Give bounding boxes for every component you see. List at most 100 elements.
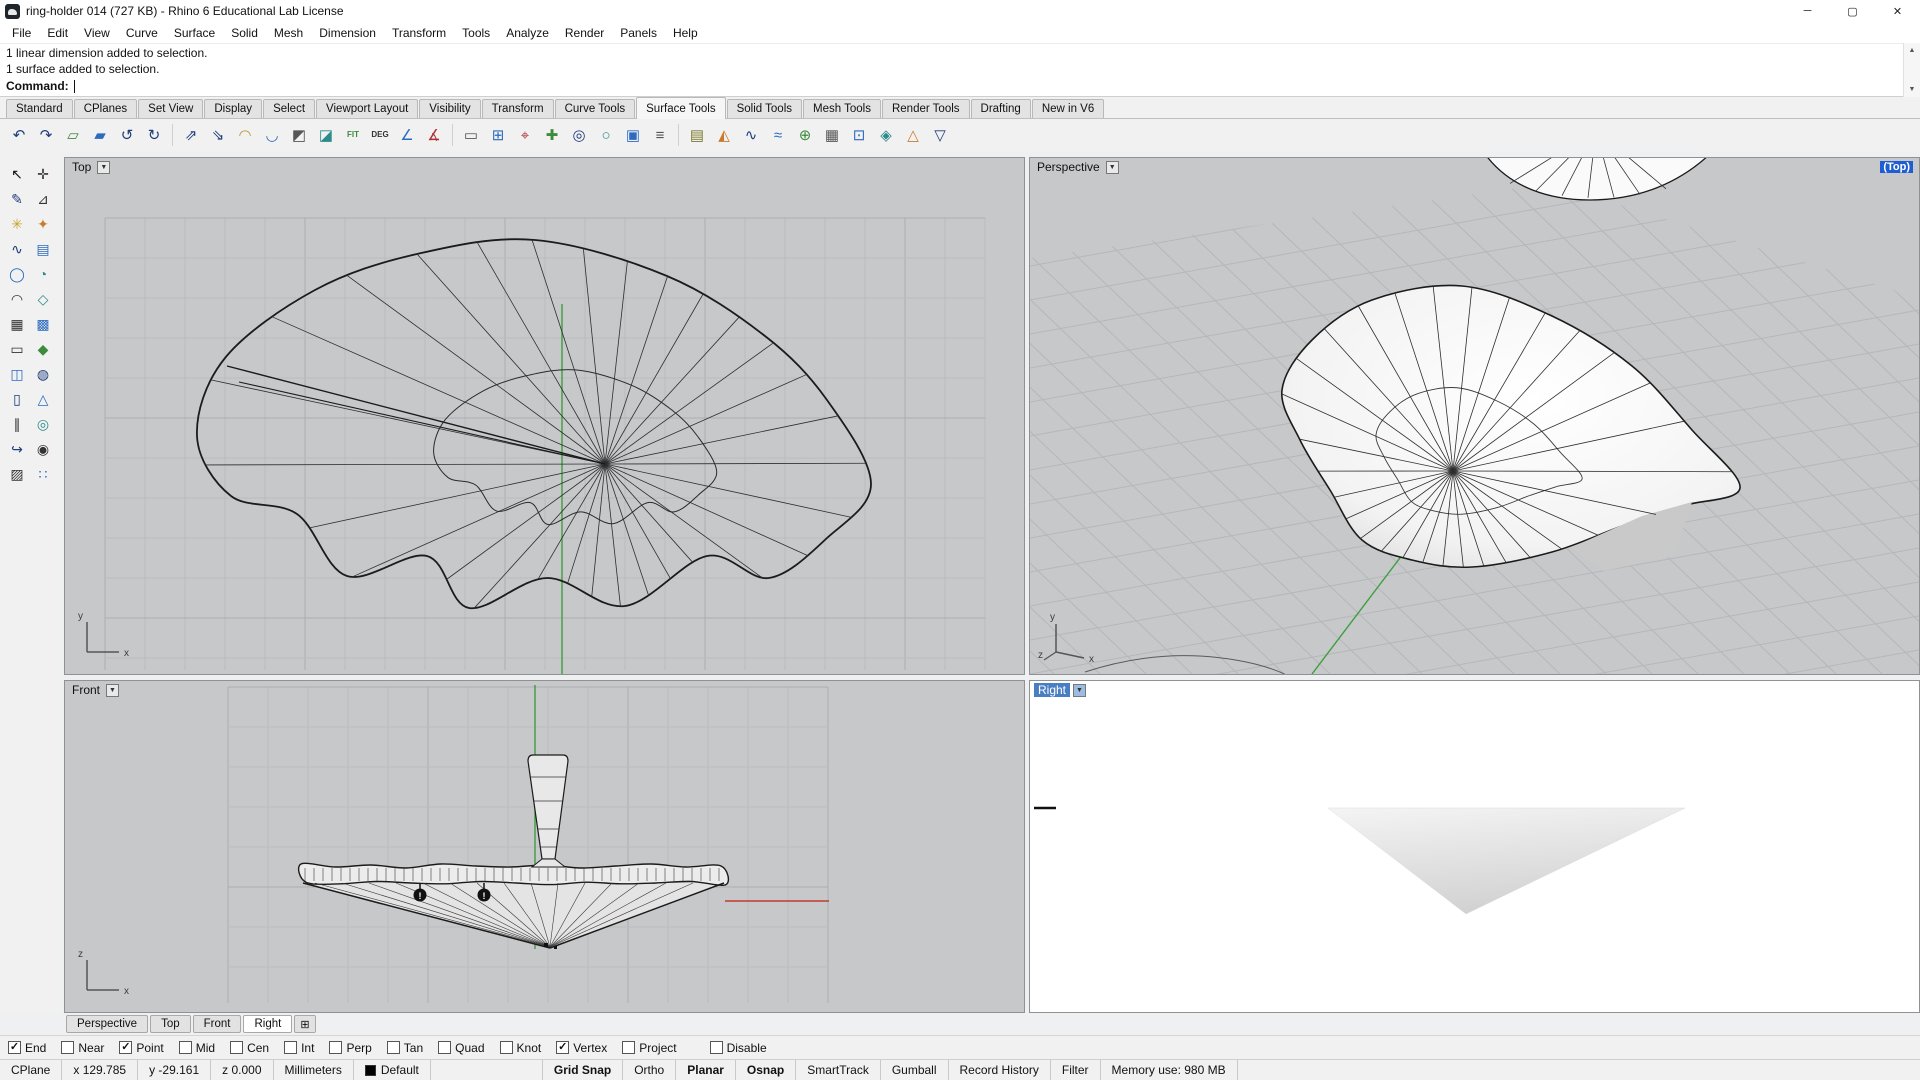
osnap-toggle[interactable]: Tan (386, 1041, 423, 1055)
status-item[interactable]: Ortho (623, 1060, 677, 1080)
toolbar-tab[interactable]: Solid Tools (726, 99, 802, 118)
sidebar-tool-icon[interactable]: ▨ (4, 461, 30, 486)
toolbar-icon[interactable]: ↶ (6, 122, 32, 148)
close-button[interactable]: ✕ (1875, 0, 1920, 22)
sidebar-tool-icon[interactable]: ✛ (30, 161, 56, 186)
toolbar-icon[interactable]: FIT (340, 122, 366, 148)
osnap-toggle[interactable]: Project (622, 1041, 677, 1055)
checkbox[interactable] (230, 1041, 244, 1054)
sidebar-tool-icon[interactable]: ✎ (4, 186, 30, 211)
menu-item[interactable]: Render (557, 24, 612, 42)
menu-item[interactable]: Panels (612, 24, 665, 42)
toolbar-icon[interactable]: ◈ (873, 122, 899, 148)
osnap-toggle[interactable]: Near (61, 1041, 104, 1055)
scroll-down-icon[interactable]: ▼ (1904, 82, 1920, 97)
viewport-dropdown-icon[interactable]: ▼ (97, 160, 111, 174)
checkbox[interactable] (61, 1041, 75, 1054)
osnap-toggle[interactable]: Quad (438, 1041, 485, 1055)
sidebar-tool-icon[interactable]: ∿ (4, 236, 30, 261)
viewport-title-top[interactable]: Top ▼ (69, 160, 111, 174)
toolbar-tab[interactable]: Display (204, 99, 263, 118)
checkbox[interactable]: ✓ (119, 1041, 133, 1054)
toolbar-tab[interactable]: New in V6 (1031, 99, 1105, 118)
status-item[interactable]: Millimeters (274, 1060, 354, 1080)
menu-item[interactable]: Tools (454, 24, 498, 42)
checkbox[interactable] (499, 1041, 513, 1054)
viewport-canvas-top[interactable] (65, 158, 1024, 674)
menu-item[interactable]: Dimension (311, 24, 384, 42)
toolbar-tab[interactable]: CPlanes (73, 99, 138, 118)
toolbar-icon[interactable] (448, 122, 457, 148)
osnap-toggle[interactable]: ✓ Point (119, 1041, 164, 1055)
toolbar-icon[interactable]: ▣ (620, 122, 646, 148)
status-item[interactable]: x 129.785 (62, 1060, 139, 1080)
viewport-title-front[interactable]: Front ▼ (69, 683, 120, 697)
sidebar-tool-icon[interactable]: ⊿ (30, 186, 56, 211)
toolbar-tab[interactable]: Curve Tools (554, 99, 636, 118)
viewport-canvas-front[interactable]: !! (65, 681, 1024, 1012)
menu-item[interactable]: Mesh (266, 24, 311, 42)
toolbar-icon[interactable]: ↷ (33, 122, 59, 148)
sidebar-tool-icon[interactable]: ◎ (30, 411, 56, 436)
command-scrollbar[interactable]: ▲ ▼ (1903, 43, 1920, 97)
osnap-toggle[interactable]: Knot (499, 1041, 541, 1055)
toolbar-icon[interactable]: ↺ (114, 122, 140, 148)
toolbar-icon[interactable]: △ (900, 122, 926, 148)
viewport-dropdown-icon[interactable]: ▼ (1105, 160, 1119, 174)
scroll-up-icon[interactable]: ▲ (1904, 43, 1920, 58)
toolbar-tab[interactable]: Transform (481, 99, 554, 118)
toolbar-tab[interactable]: Viewport Layout (316, 99, 419, 118)
sidebar-tool-icon[interactable]: ▤ (30, 236, 56, 261)
status-item[interactable]: Default (354, 1060, 431, 1080)
toolbar-icon[interactable]: ⊞ (485, 122, 511, 148)
toolbar-tab[interactable]: Standard (6, 99, 73, 118)
status-item[interactable]: Gumball (881, 1060, 949, 1080)
checkbox[interactable] (386, 1041, 400, 1054)
menu-item[interactable]: Edit (39, 24, 76, 42)
toolbar-icon[interactable]: ▦ (819, 122, 845, 148)
checkbox[interactable] (329, 1041, 343, 1054)
toolbar-tab[interactable]: Drafting (970, 99, 1031, 118)
toolbar-icon[interactable]: ▤ (684, 122, 710, 148)
toolbar-icon[interactable]: ▽ (927, 122, 953, 148)
toolbar-icon[interactable]: ∠ (394, 122, 420, 148)
sidebar-tool-icon[interactable]: ✦ (30, 211, 56, 236)
sidebar-tool-icon[interactable]: ↖ (4, 161, 30, 186)
toolbar-icon[interactable] (168, 122, 177, 148)
checkbox[interactable]: ✓ (556, 1041, 570, 1054)
status-item[interactable]: CPlane (0, 1060, 63, 1080)
viewport-title-perspective[interactable]: Perspective ▼ (1034, 160, 1119, 174)
viewport-canvas-perspective[interactable] (1030, 158, 1919, 674)
toolbar-icon[interactable]: ◩ (286, 122, 312, 148)
menu-item[interactable]: View (76, 24, 118, 42)
status-item[interactable] (431, 1060, 543, 1080)
toolbar-tab[interactable]: Surface Tools (636, 97, 726, 119)
toolbar-icon[interactable]: ✚ (539, 122, 565, 148)
toolbar-icon[interactable]: ↻ (141, 122, 167, 148)
toolbar-icon[interactable]: ◡ (259, 122, 285, 148)
toolbar-icon[interactable]: ◭ (711, 122, 737, 148)
viewport-perspective[interactable]: Perspective ▼ (Top) y x z (1029, 157, 1920, 675)
sidebar-tool-icon[interactable]: ▩ (30, 311, 56, 336)
checkbox[interactable] (178, 1041, 192, 1054)
menu-item[interactable]: File (4, 24, 39, 42)
sidebar-tool-icon[interactable]: ▯ (4, 386, 30, 411)
checkbox[interactable]: ✓ (8, 1041, 21, 1054)
menu-item[interactable]: Curve (118, 24, 166, 42)
osnap-toggle[interactable]: Mid (178, 1041, 215, 1055)
minimize-button[interactable]: ─ (1785, 0, 1830, 22)
viewport-top[interactable]: Top ▼ y x (64, 157, 1025, 675)
sidebar-tool-icon[interactable]: ▦ (4, 311, 30, 336)
status-item[interactable]: Filter (1051, 1060, 1101, 1080)
maximize-button[interactable]: ▢ (1830, 0, 1875, 22)
toolbar-icon[interactable]: ⇘ (205, 122, 231, 148)
sidebar-tool-icon[interactable]: ◯ (4, 261, 30, 286)
viewport-right[interactable]: Right ▼ (1029, 680, 1920, 1013)
sidebar-tool-icon[interactable]: ◔ (30, 261, 56, 286)
sidebar-tool-icon[interactable]: ◉ (30, 436, 56, 461)
toolbar-icon[interactable]: DEG (367, 122, 393, 148)
toolbar-icon[interactable]: ≈ (765, 122, 791, 148)
status-item[interactable]: z 0.000 (211, 1060, 274, 1080)
osnap-toggle[interactable]: ✓ Vertex (556, 1041, 607, 1055)
viewport-title-right[interactable]: Right ▼ (1034, 683, 1087, 697)
